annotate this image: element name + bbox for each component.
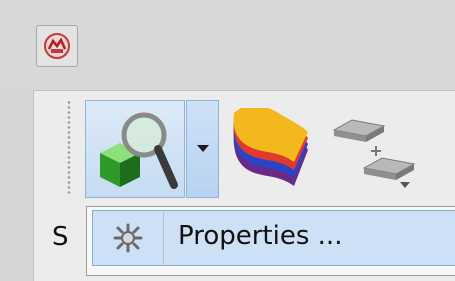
inspect-magnifier-icon: [100, 112, 178, 189]
inspect-dropdown-button[interactable]: [186, 100, 219, 198]
dropdown-arrow-icon: [196, 145, 209, 152]
properties-gear-icon: [113, 223, 142, 253]
app-tool-icon[interactable]: [36, 25, 78, 67]
layered-surface-icon: [233, 105, 308, 186]
toolbar-grip[interactable]: [66, 100, 72, 194]
menu-icon-column: [92, 210, 164, 266]
side-panel-label: S: [52, 222, 69, 252]
menu-item-label: Properties ...: [178, 221, 343, 251]
stacked-layers-button[interactable]: [330, 110, 422, 192]
stacked-layers-icon: [332, 119, 416, 188]
inspect-button[interactable]: [85, 100, 185, 198]
layered-surface-button[interactable]: [228, 105, 314, 192]
